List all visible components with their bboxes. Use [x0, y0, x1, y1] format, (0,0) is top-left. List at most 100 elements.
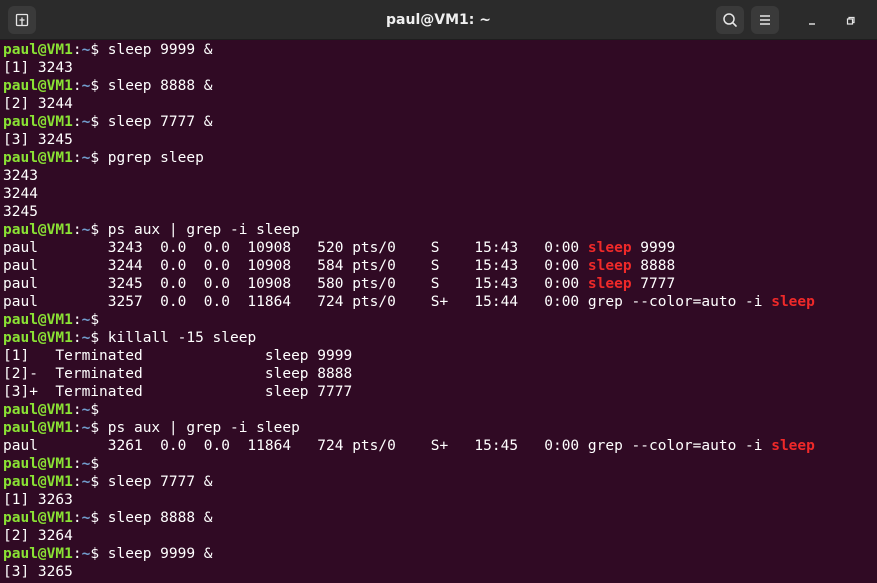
prompt-dollar: $ [90, 312, 108, 328]
prompt-dollar: $ [90, 114, 108, 130]
output-text: 8888 [631, 258, 676, 274]
search-button[interactable] [716, 6, 744, 34]
prompt-colon: : [72, 222, 82, 238]
prompt-dollar: $ [90, 546, 108, 562]
new-tab-button[interactable] [8, 6, 36, 34]
prompt-user-host: paul@VM1 [3, 456, 73, 472]
prompt-colon: : [72, 546, 82, 562]
output-text: [3] 3245 [3, 132, 73, 148]
prompt-path: ~ [81, 474, 91, 490]
menu-button[interactable] [751, 6, 779, 34]
prompt-line: paul@VM1:~$ ps aux | grep -i sleep [3, 419, 877, 437]
prompt-user-host: paul@VM1 [3, 546, 73, 562]
output-text: 9999 [631, 240, 676, 256]
prompt-user-host: paul@VM1 [3, 420, 73, 436]
prompt-line: paul@VM1:~$ sleep 8888 & [3, 77, 877, 95]
prompt-path: ~ [81, 402, 91, 418]
process-row: paul 3243 0.0 0.0 10908 520 pts/0 S 15:4… [3, 239, 877, 257]
prompt-path: ~ [81, 78, 91, 94]
process-row: paul 3245 0.0 0.0 10908 580 pts/0 S 15:4… [3, 275, 877, 293]
prompt-dollar: $ [90, 420, 108, 436]
prompt-line: paul@VM1:~$ sleep 9999 & [3, 41, 877, 59]
prompt-line: paul@VM1:~$ [3, 401, 877, 419]
prompt-dollar: $ [90, 474, 108, 490]
restore-button[interactable] [836, 6, 864, 34]
prompt-path: ~ [81, 42, 91, 58]
output-text: 3245 [3, 204, 38, 220]
output-line: [3] 3245 [3, 131, 877, 149]
prompt-dollar: $ [90, 402, 108, 418]
match-highlight: sleep [771, 294, 815, 310]
command-text: ps aux | grep -i sleep [107, 222, 300, 238]
prompt-dollar: $ [90, 222, 108, 238]
match-highlight: sleep [771, 438, 815, 454]
output-line: [1] 3263 [3, 491, 877, 509]
command-text: sleep 7777 & [107, 474, 213, 490]
output-text: paul 3244 0.0 0.0 10908 584 pts/0 S 15:4… [3, 258, 588, 274]
process-row: paul 3244 0.0 0.0 10908 584 pts/0 S 15:4… [3, 257, 877, 275]
output-text: [1] 3243 [3, 60, 73, 76]
prompt-dollar: $ [90, 456, 108, 472]
terminal-output[interactable]: paul@VM1:~$ sleep 9999 & [1] 3243 paul@VM1… [0, 41, 877, 583]
command-text: killall -15 sleep [107, 330, 257, 346]
output-text: [2] 3244 [3, 96, 73, 112]
output-line: [3]+ Terminated sleep 7777 [3, 383, 877, 401]
output-line: [3] 3265 [3, 563, 877, 581]
prompt-user-host: paul@VM1 [3, 330, 73, 346]
prompt-line: paul@VM1:~$ sleep 7777 & [3, 473, 877, 491]
command-text: sleep 7777 & [107, 114, 213, 130]
hamburger-menu-icon [760, 15, 770, 25]
prompt-colon: : [72, 312, 82, 328]
output-text: paul 3257 0.0 0.0 11864 724 pts/0 S+ 15:… [3, 294, 772, 310]
prompt-path: ~ [81, 312, 91, 328]
terminal-window: paul@VM1: ~ paul@VM1:~$ sleep 9999 & [1]… [0, 0, 877, 583]
prompt-path: ~ [81, 420, 91, 436]
output-text: [1] 3263 [3, 492, 73, 508]
output-text: [1] Terminated sleep 9999 [3, 348, 353, 364]
new-tab-icon [15, 13, 29, 27]
search-icon [723, 13, 737, 27]
prompt-dollar: $ [90, 42, 108, 58]
window-title: paul@VM1: ~ [386, 12, 491, 28]
prompt-user-host: paul@VM1 [3, 510, 73, 526]
prompt-dollar: $ [90, 78, 108, 94]
prompt-colon: : [72, 402, 82, 418]
output-text: paul 3243 0.0 0.0 10908 520 pts/0 S 15:4… [3, 240, 588, 256]
command-text: sleep 9999 & [107, 42, 213, 58]
prompt-path: ~ [81, 546, 91, 562]
prompt-user-host: paul@VM1 [3, 474, 73, 490]
match-highlight: sleep [587, 240, 632, 256]
prompt-line: paul@VM1:~$ [3, 311, 877, 329]
output-line: [2] 3264 [3, 527, 877, 545]
output-text: [2] 3264 [3, 528, 73, 544]
prompt-line: paul@VM1:~$ sleep 8888 & [3, 509, 877, 527]
command-text: sleep 8888 & [107, 510, 213, 526]
prompt-colon: : [72, 420, 82, 436]
output-text: [2]- Terminated sleep 8888 [3, 366, 353, 382]
minimize-button[interactable] [798, 6, 826, 34]
command-text: pgrep sleep [107, 150, 204, 166]
output-line: [2]- Terminated sleep 8888 [3, 365, 877, 383]
title-bar[interactable]: paul@VM1: ~ [0, 0, 877, 40]
output-text: 3243 [3, 168, 38, 184]
prompt-dollar: $ [90, 150, 108, 166]
prompt-user-host: paul@VM1 [3, 402, 73, 418]
output-text: paul 3261 0.0 0.0 11864 724 pts/0 S+ 15:… [3, 438, 772, 454]
prompt-line: paul@VM1:~$ ps aux | grep -i sleep [3, 221, 877, 239]
minimize-icon [809, 23, 815, 25]
prompt-dollar: $ [90, 330, 108, 346]
match-highlight: sleep [587, 276, 632, 292]
prompt-path: ~ [81, 330, 91, 346]
output-line: [1] Terminated sleep 9999 [3, 347, 877, 365]
command-text: sleep 9999 & [107, 546, 213, 562]
prompt-colon: : [72, 474, 82, 490]
output-line: 3245 [3, 203, 877, 221]
prompt-colon: : [72, 78, 82, 94]
output-line: 3244 [3, 185, 877, 203]
output-line: [2] 3244 [3, 95, 877, 113]
restore-icon [846, 16, 855, 25]
prompt-user-host: paul@VM1 [3, 42, 73, 58]
match-highlight: sleep [587, 258, 632, 274]
prompt-colon: : [72, 510, 82, 526]
prompt-colon: : [72, 114, 82, 130]
